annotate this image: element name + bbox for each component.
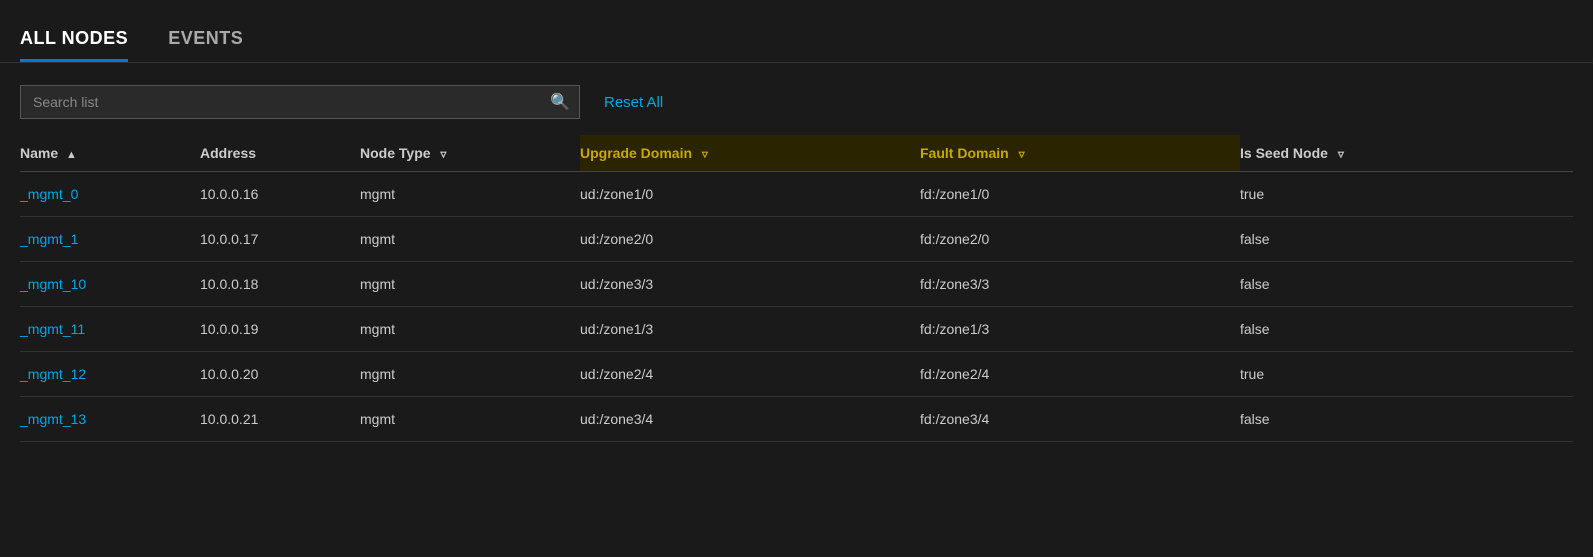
cell-address: 10.0.0.21 <box>200 397 360 442</box>
cell-fault-domain: fd:/zone2/4 <box>920 352 1240 397</box>
cell-name[interactable]: _mgmt_11 <box>20 307 200 352</box>
col-address-label: Address <box>200 145 256 161</box>
cell-name[interactable]: _mgmt_1 <box>20 217 200 262</box>
cell-upgrade-domain: ud:/zone3/4 <box>580 397 920 442</box>
cell-seed-node: false <box>1240 262 1573 307</box>
cell-fault-domain: fd:/zone1/3 <box>920 307 1240 352</box>
cell-name[interactable]: _mgmt_10 <box>20 262 200 307</box>
cell-upgrade-domain: ud:/zone1/3 <box>580 307 920 352</box>
cell-fault-domain: fd:/zone1/0 <box>920 172 1240 217</box>
table-header-row: Name ▲ Address Node Type ▿ Upgrade Domai… <box>20 135 1573 172</box>
table-row: _mgmt_1110.0.0.19mgmtud:/zone1/3fd:/zone… <box>20 307 1573 352</box>
table-container: Name ▲ Address Node Type ▿ Upgrade Domai… <box>0 135 1593 442</box>
sort-asc-icon: ▲ <box>66 149 77 161</box>
cell-nodetype: mgmt <box>360 172 580 217</box>
tabs-container: ALL NODES EVENTS <box>0 0 1593 63</box>
table-row: _mgmt_110.0.0.17mgmtud:/zone2/0fd:/zone2… <box>20 217 1573 262</box>
cell-upgrade-domain: ud:/zone3/3 <box>580 262 920 307</box>
search-input-wrapper: 🔍 <box>20 85 580 119</box>
cell-seed-node: true <box>1240 172 1573 217</box>
col-fault-label: Fault Domain <box>920 145 1009 161</box>
cell-fault-domain: fd:/zone2/0 <box>920 217 1240 262</box>
cell-address: 10.0.0.18 <box>200 262 360 307</box>
cell-address: 10.0.0.20 <box>200 352 360 397</box>
cell-nodetype: mgmt <box>360 262 580 307</box>
table-row: _mgmt_010.0.0.16mgmtud:/zone1/0fd:/zone1… <box>20 172 1573 217</box>
fault-filter-icon[interactable]: ▿ <box>1019 147 1025 161</box>
col-header-upgrade[interactable]: Upgrade Domain ▿ <box>580 135 920 172</box>
cell-upgrade-domain: ud:/zone2/0 <box>580 217 920 262</box>
seed-filter-icon[interactable]: ▿ <box>1338 147 1344 161</box>
tab-events[interactable]: EVENTS <box>168 28 243 62</box>
cell-name[interactable]: _mgmt_13 <box>20 397 200 442</box>
cell-address: 10.0.0.16 <box>200 172 360 217</box>
col-seed-label: Is Seed Node <box>1240 145 1328 161</box>
cell-nodetype: mgmt <box>360 217 580 262</box>
upgrade-filter-icon[interactable]: ▿ <box>702 147 708 161</box>
cell-fault-domain: fd:/zone3/4 <box>920 397 1240 442</box>
col-header-seed[interactable]: Is Seed Node ▿ <box>1240 135 1573 172</box>
nodetype-filter-icon[interactable]: ▿ <box>440 147 446 161</box>
tab-all-nodes[interactable]: ALL NODES <box>20 28 128 62</box>
search-input[interactable] <box>20 85 580 119</box>
table-row: _mgmt_1010.0.0.18mgmtud:/zone3/3fd:/zone… <box>20 262 1573 307</box>
table-row: _mgmt_1210.0.0.20mgmtud:/zone2/4fd:/zone… <box>20 352 1573 397</box>
col-header-fault[interactable]: Fault Domain ▿ <box>920 135 1240 172</box>
col-header-name[interactable]: Name ▲ <box>20 135 200 172</box>
col-header-nodetype[interactable]: Node Type ▿ <box>360 135 580 172</box>
cell-fault-domain: fd:/zone3/3 <box>920 262 1240 307</box>
cell-seed-node: false <box>1240 397 1573 442</box>
nodes-table: Name ▲ Address Node Type ▿ Upgrade Domai… <box>20 135 1573 442</box>
cell-seed-node: false <box>1240 217 1573 262</box>
col-upgrade-label: Upgrade Domain <box>580 145 692 161</box>
col-header-address[interactable]: Address <box>200 135 360 172</box>
cell-seed-node: true <box>1240 352 1573 397</box>
cell-address: 10.0.0.19 <box>200 307 360 352</box>
cell-nodetype: mgmt <box>360 307 580 352</box>
search-bar-row: 🔍 Reset All <box>0 63 1593 135</box>
cell-name[interactable]: _mgmt_0 <box>20 172 200 217</box>
cell-upgrade-domain: ud:/zone2/4 <box>580 352 920 397</box>
col-nodetype-label: Node Type <box>360 145 431 161</box>
cell-seed-node: false <box>1240 307 1573 352</box>
reset-all-button[interactable]: Reset All <box>596 88 671 117</box>
cell-address: 10.0.0.17 <box>200 217 360 262</box>
cell-name[interactable]: _mgmt_12 <box>20 352 200 397</box>
cell-nodetype: mgmt <box>360 352 580 397</box>
col-name-label: Name <box>20 145 58 161</box>
cell-nodetype: mgmt <box>360 397 580 442</box>
cell-upgrade-domain: ud:/zone1/0 <box>580 172 920 217</box>
table-row: _mgmt_1310.0.0.21mgmtud:/zone3/4fd:/zone… <box>20 397 1573 442</box>
